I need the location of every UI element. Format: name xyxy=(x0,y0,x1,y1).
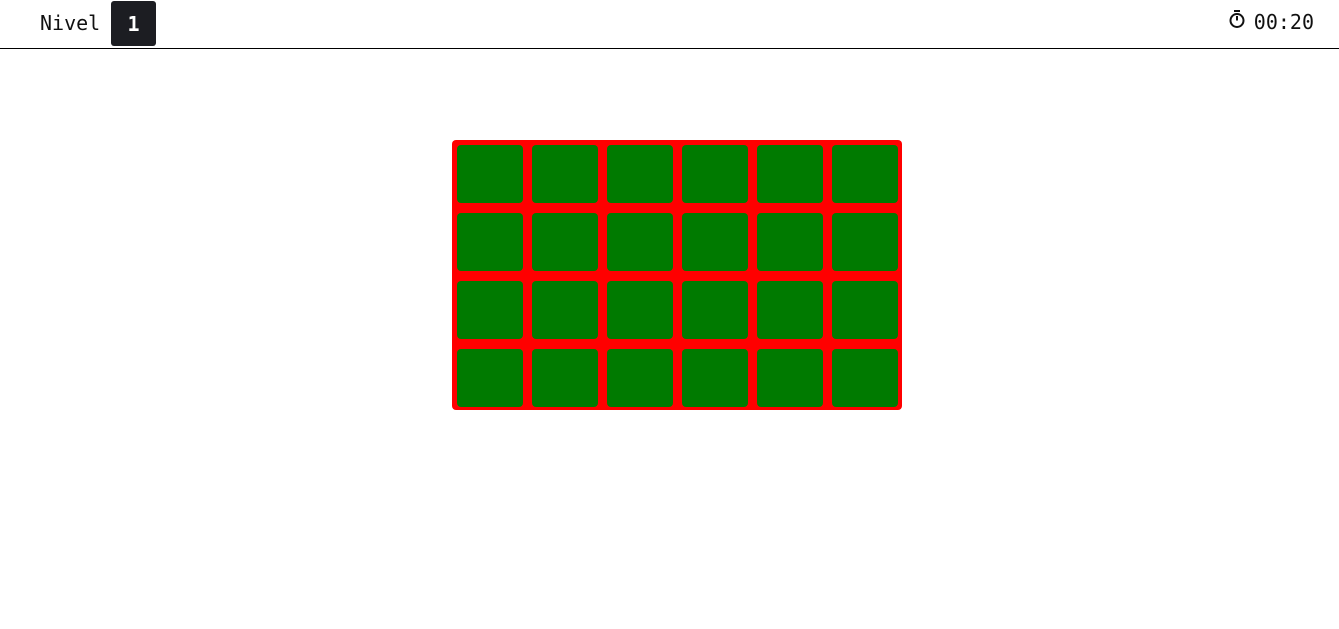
board-tile[interactable] xyxy=(457,281,523,339)
board-tile[interactable] xyxy=(757,281,823,339)
board-tile[interactable] xyxy=(607,281,673,339)
board-tile[interactable] xyxy=(682,349,748,407)
game-board xyxy=(452,140,902,410)
top-bar: Nivel 1 00:20 xyxy=(0,0,1339,49)
board-tile[interactable] xyxy=(757,145,823,203)
board-tile[interactable] xyxy=(682,281,748,339)
board-tile[interactable] xyxy=(682,145,748,203)
board-tile[interactable] xyxy=(532,145,598,203)
level-label: Nivel xyxy=(40,11,101,35)
board-tile[interactable] xyxy=(457,349,523,407)
board-tile[interactable] xyxy=(457,213,523,271)
stopwatch-icon xyxy=(1228,9,1246,29)
board-tile[interactable] xyxy=(457,145,523,203)
board-tile[interactable] xyxy=(607,349,673,407)
board-tile[interactable] xyxy=(532,281,598,339)
timer: 00:20 xyxy=(1228,10,1314,34)
board-tile[interactable] xyxy=(607,213,673,271)
board-tile[interactable] xyxy=(532,213,598,271)
board-tile[interactable] xyxy=(532,349,598,407)
board-tile[interactable] xyxy=(757,349,823,407)
board-tile[interactable] xyxy=(832,281,898,339)
level-badge: 1 xyxy=(111,1,156,46)
board-tile[interactable] xyxy=(607,145,673,203)
board-tile[interactable] xyxy=(832,213,898,271)
board-tile[interactable] xyxy=(832,145,898,203)
board-tile[interactable] xyxy=(757,213,823,271)
timer-value: 00:20 xyxy=(1253,10,1314,34)
board-tile[interactable] xyxy=(832,349,898,407)
board-tile[interactable] xyxy=(682,213,748,271)
